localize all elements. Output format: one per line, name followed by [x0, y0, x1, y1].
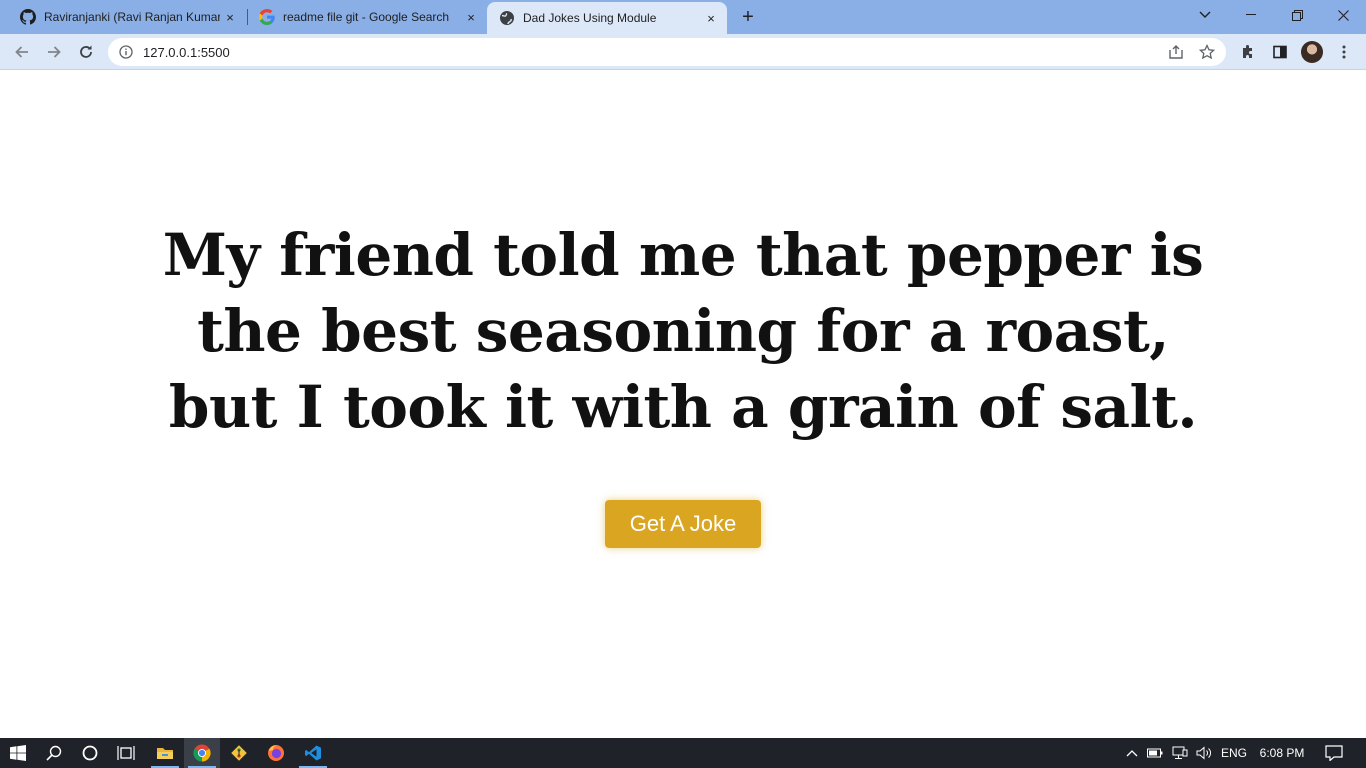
tab-github[interactable]: Raviranjanki (Ravi Ranjan Kumar) ×	[0, 0, 246, 34]
tab-dad-jokes[interactable]: Dad Jokes Using Module ×	[487, 2, 727, 34]
minimize-icon[interactable]	[1228, 0, 1274, 30]
firefox-icon[interactable]	[258, 738, 294, 768]
globe-icon	[499, 10, 515, 26]
profile-avatar[interactable]	[1301, 41, 1323, 63]
share-icon[interactable]	[1164, 40, 1188, 64]
tab-close-icon[interactable]: ×	[461, 7, 481, 27]
browser-toolbar: 127.0.0.1:5500	[0, 34, 1366, 70]
show-hidden-icons-icon[interactable]	[1123, 738, 1141, 768]
address-bar[interactable]: 127.0.0.1:5500	[108, 38, 1226, 66]
google-icon	[259, 9, 275, 25]
vscode-icon[interactable]	[295, 738, 331, 768]
battery-icon[interactable]	[1145, 738, 1165, 768]
git-icon[interactable]	[221, 738, 257, 768]
back-icon[interactable]	[8, 38, 36, 66]
restore-icon[interactable]	[1274, 0, 1320, 30]
bookmark-star-icon[interactable]	[1195, 40, 1219, 64]
tab-google-search[interactable]: readme file git - Google Search ×	[239, 0, 487, 34]
url-text: 127.0.0.1:5500	[143, 44, 230, 60]
forward-icon[interactable]	[40, 38, 68, 66]
tab-close-icon[interactable]: ×	[220, 7, 240, 27]
chrome-icon[interactable]	[184, 738, 220, 768]
search-icon[interactable]	[36, 738, 72, 768]
notifications-icon[interactable]	[1318, 738, 1350, 768]
clock[interactable]: 6:08 PM	[1256, 738, 1308, 768]
tab-strip: Raviranjanki (Ravi Ranjan Kumar) × readm…	[0, 0, 1366, 34]
close-window-icon[interactable]	[1320, 0, 1366, 30]
joke-text: My friend told me that pepper is the bes…	[162, 221, 1204, 441]
cortana-icon[interactable]	[72, 738, 108, 768]
reload-icon[interactable]	[72, 38, 100, 66]
tab-close-icon[interactable]: ×	[701, 8, 721, 28]
extensions-icon[interactable]	[1236, 40, 1260, 64]
chrome-menu-icon[interactable]	[1332, 40, 1356, 64]
get-joke-button[interactable]: Get A Joke	[605, 500, 761, 548]
windows-start-icon[interactable]	[0, 738, 36, 768]
file-explorer-icon[interactable]	[147, 738, 183, 768]
tab-search-icon[interactable]	[1182, 0, 1228, 30]
language-indicator[interactable]: ENG	[1218, 738, 1250, 768]
side-panel-icon[interactable]	[1268, 40, 1292, 64]
tab-title: Dad Jokes Using Module	[523, 11, 657, 25]
volume-icon[interactable]	[1193, 738, 1215, 768]
windows-taskbar: ENG 6:08 PM	[0, 738, 1366, 768]
network-icon[interactable]	[1169, 738, 1191, 768]
task-view-icon[interactable]	[108, 738, 144, 768]
github-icon	[20, 9, 36, 25]
tab-title: Raviranjanki (Ravi Ranjan Kumar)	[44, 10, 220, 24]
tab-title: readme file git - Google Search	[283, 10, 450, 24]
page-content: My friend told me that pepper is the bes…	[0, 71, 1366, 738]
new-tab-button[interactable]: +	[736, 5, 760, 29]
site-info-icon[interactable]	[118, 44, 134, 60]
